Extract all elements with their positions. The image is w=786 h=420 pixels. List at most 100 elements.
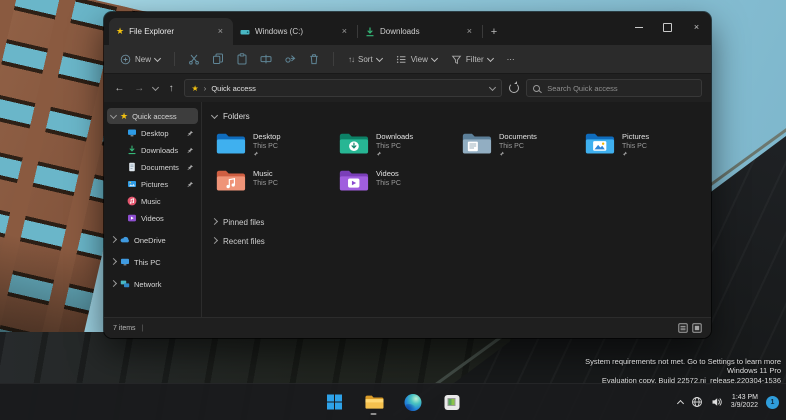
new-icon <box>120 54 131 65</box>
up-button[interactable]: ↑ <box>165 83 178 94</box>
pinned-files-section-header[interactable]: Pinned files <box>212 215 701 230</box>
expand-chevron-icon[interactable] <box>110 257 117 264</box>
more-options-button[interactable]: ⋯ <box>501 52 521 67</box>
expand-chevron-icon[interactable] <box>110 279 117 286</box>
chevron-down-icon <box>431 54 438 61</box>
toolbar-separator <box>174 52 175 66</box>
copy-button[interactable] <box>207 50 229 68</box>
pictures-folder-icon <box>584 130 615 156</box>
expand-chevron-icon[interactable] <box>110 235 117 242</box>
edge-taskbar-icon[interactable] <box>400 388 426 416</box>
share-button[interactable] <box>279 50 301 68</box>
cut-button[interactable] <box>183 50 205 68</box>
minimize-button[interactable] <box>624 12 653 42</box>
folder-tile-videos[interactable]: Videos This PC <box>335 165 458 202</box>
volume-tray-icon[interactable] <box>711 396 723 408</box>
folder-location: This PC <box>376 180 401 187</box>
sort-button[interactable]: ↑↓ Sort <box>342 52 388 67</box>
taskbar-clock[interactable]: 1:43 PM 3/9/2022 <box>731 394 758 411</box>
folder-location: This PC <box>376 143 401 150</box>
desktop: ★ File Explorer × Windows (C:) × Downloa… <box>0 0 786 420</box>
thumbnails-view-button[interactable] <box>692 323 702 333</box>
folder-name: Documents <box>499 132 537 141</box>
tab-downloads[interactable]: Downloads × <box>358 18 482 45</box>
sidebar-item-label: Downloads <box>141 146 178 155</box>
view-icon <box>396 54 407 65</box>
chevron-down-icon <box>154 54 161 61</box>
address-dropdown-chevron[interactable] <box>489 83 496 90</box>
view-button[interactable]: View <box>390 51 443 68</box>
network-icon <box>120 279 130 289</box>
app-tile-icon <box>444 395 459 410</box>
tab-windows-c[interactable]: Windows (C:) × <box>233 18 357 45</box>
search-input[interactable] <box>545 83 695 94</box>
recent-locations-chevron[interactable] <box>152 83 159 90</box>
delete-button[interactable] <box>303 50 325 68</box>
sidebar-item-quick-access[interactable]: ★ Quick access <box>107 108 198 124</box>
start-button[interactable] <box>322 388 348 416</box>
search-box[interactable] <box>526 79 702 97</box>
star-icon: ★ <box>116 27 124 36</box>
evaluation-watermark: System requirements not met. Go to Setti… <box>585 357 781 386</box>
sidebar-item-documents[interactable]: Documents <box>107 159 198 175</box>
sidebar-item-onedrive[interactable]: OneDrive <box>107 232 198 248</box>
view-label: View <box>411 55 428 64</box>
maximize-button[interactable] <box>653 12 682 42</box>
notification-badge[interactable]: 1 <box>766 396 779 409</box>
folder-tile-documents[interactable]: Documents This PC <box>458 128 581 165</box>
pin-icon <box>187 130 194 137</box>
watermark-line-2: Windows 11 Pro <box>585 366 781 376</box>
back-button[interactable]: ← <box>113 83 126 94</box>
filter-button[interactable]: Filter <box>445 51 499 68</box>
file-explorer-taskbar-icon[interactable] <box>361 388 387 416</box>
sidebar-item-network[interactable]: Network <box>107 276 198 292</box>
folders-section-header[interactable]: Folders <box>212 109 701 123</box>
desktop-icon <box>127 128 137 138</box>
folder-name: Videos <box>376 169 399 178</box>
items-count: 7 items <box>113 325 136 332</box>
chevron-down-icon <box>487 54 494 61</box>
sidebar-item-videos[interactable]: Videos <box>107 210 198 226</box>
sidebar-item-music[interactable]: Music <box>107 193 198 209</box>
command-bar: New ↑↓ So <box>104 45 711 74</box>
address-bar-row: ← → ↑ ★ › Quick access <box>104 74 711 102</box>
sidebar-item-pictures[interactable]: Pictures <box>107 176 198 192</box>
tab-close-icon[interactable]: × <box>215 26 226 37</box>
pin-icon <box>187 147 194 154</box>
expand-chevron-icon <box>211 237 218 244</box>
this-pc-icon <box>120 257 130 267</box>
refresh-icon[interactable] <box>509 83 519 93</box>
collapse-chevron-icon[interactable] <box>110 111 117 118</box>
sidebar-item-label: Quick access <box>132 112 177 121</box>
address-bar[interactable]: ★ › Quick access <box>184 79 502 97</box>
recent-files-section-header[interactable]: Recent files <box>212 234 701 249</box>
tab-close-icon[interactable]: × <box>339 26 350 37</box>
new-tab-button[interactable]: + <box>483 18 505 45</box>
sidebar-item-desktop[interactable]: Desktop <box>107 125 198 141</box>
folder-tile-desktop[interactable]: Desktop This PC <box>212 128 335 165</box>
sidebar-item-downloads[interactable]: Downloads <box>107 142 198 158</box>
tray-overflow-chevron-icon[interactable] <box>677 399 684 406</box>
folder-tile-pictures[interactable]: Pictures This PC <box>581 128 704 165</box>
rename-button[interactable] <box>255 50 277 68</box>
details-view-button[interactable] <box>678 323 688 333</box>
tab-file-explorer[interactable]: ★ File Explorer × <box>109 18 233 45</box>
folder-tile-downloads[interactable]: Downloads This PC <box>335 128 458 165</box>
sidebar-item-label: Music <box>141 197 161 206</box>
sidebar-item-this-pc[interactable]: This PC <box>107 254 198 270</box>
pin-icon <box>376 151 413 157</box>
network-tray-icon[interactable] <box>691 396 703 408</box>
close-button[interactable]: × <box>682 12 711 42</box>
new-button[interactable]: New <box>114 51 166 68</box>
folder-name: Downloads <box>376 132 413 141</box>
music-folder-icon <box>215 167 246 193</box>
app-taskbar-icon[interactable] <box>439 388 465 416</box>
folder-tile-music[interactable]: Music This PC <box>212 165 335 202</box>
sidebar-item-label: This PC <box>134 258 161 267</box>
forward-button[interactable]: → <box>133 83 146 94</box>
tab-label: Downloads <box>380 27 420 36</box>
tab-close-icon[interactable]: × <box>464 26 475 37</box>
breadcrumb[interactable]: Quick access <box>211 84 256 93</box>
folder-location: This PC <box>622 143 647 150</box>
paste-button[interactable] <box>231 50 253 68</box>
